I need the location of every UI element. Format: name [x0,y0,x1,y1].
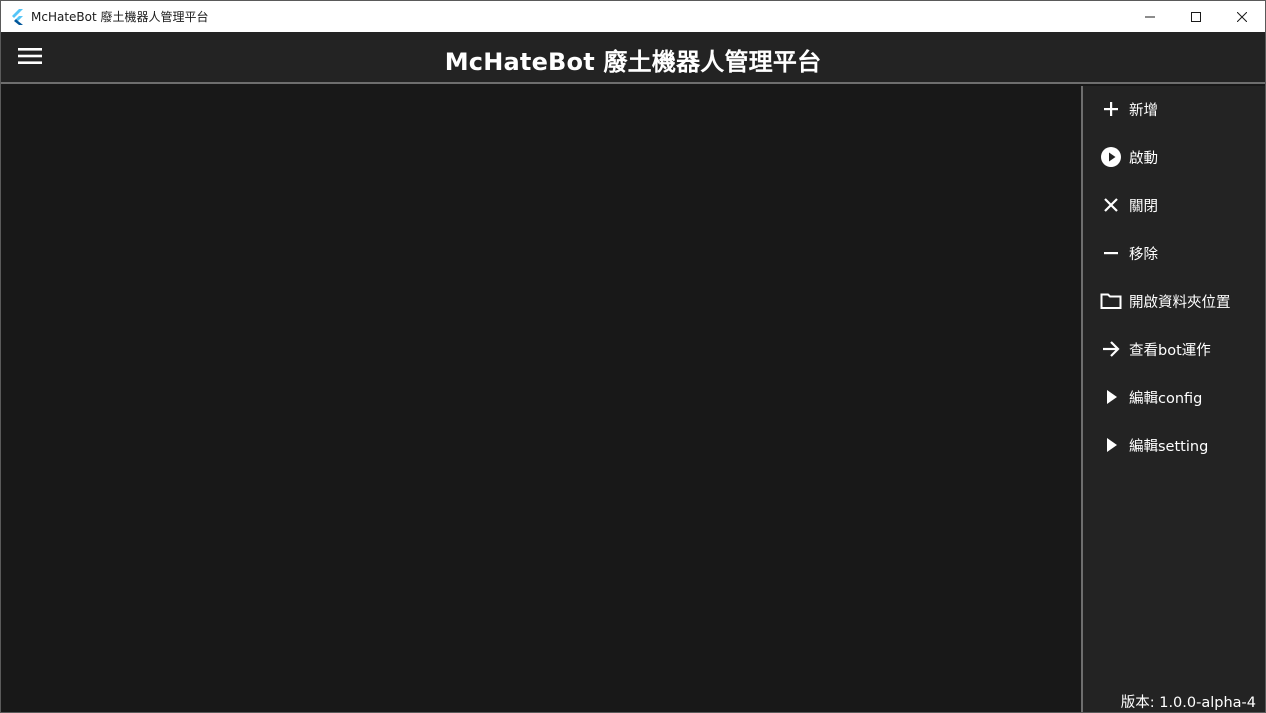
minimize-button[interactable] [1127,1,1173,32]
maximize-icon [1191,7,1201,26]
sidebar-item-label: 移除 [1129,246,1158,263]
folder-icon [1099,289,1123,313]
window-controls [1127,1,1265,32]
app-bar: McHateBot 廢土機器人管理平台 [1,32,1265,84]
minus-icon [1099,241,1123,265]
main-content-area [1,86,1081,712]
maximize-button[interactable] [1173,1,1219,32]
flutter-logo-icon [11,8,25,25]
sidebar-item-edit-config[interactable]: 編輯config [1083,377,1265,417]
play-circle-icon [1099,145,1123,169]
sidebar-item-remove[interactable]: 移除 [1083,233,1265,273]
app-window: McHateBot 廢土機器人管理平台 McHateBot 廢土機器人管理平台 … [0,0,1266,713]
close-button[interactable] [1219,1,1265,32]
sidebar-item-label: 新增 [1129,102,1158,119]
sidebar-item-edit-setting[interactable]: 編輯setting [1083,425,1265,465]
version-label: 版本: 1.0.0-alpha-4 [1120,695,1256,711]
sidebar-item-label: 開啟資料夾位置 [1129,294,1231,311]
sidebar-item-stop[interactable]: 關閉 [1083,185,1265,225]
close-icon [1236,7,1248,26]
sidebar-item-start[interactable]: 啟動 [1083,137,1265,177]
sidebar-item-label: 編輯setting [1129,438,1209,455]
arrow-right-icon [1099,337,1123,361]
minimize-icon [1145,7,1155,26]
sidebar-item-view-bot[interactable]: 查看bot運作 [1083,329,1265,369]
sidebar-item-label: 關閉 [1129,198,1158,215]
play-arrow-icon [1099,385,1123,409]
plus-icon [1099,97,1123,121]
sidebar-item-label: 編輯config [1129,390,1203,407]
play-arrow-icon [1099,433,1123,457]
app-title: McHateBot 廢土機器人管理平台 [444,48,822,76]
sidebar-item-open-folder[interactable]: 開啟資料夾位置 [1083,281,1265,321]
sidebar-item-label: 啟動 [1129,150,1158,167]
sidebar-item-add[interactable]: 新增 [1083,89,1265,129]
sidebar-item-label: 查看bot運作 [1129,342,1211,359]
close-x-icon [1099,193,1123,217]
action-sidebar: 新增 啟動 關閉 移除 開啟資料夾位置 查看bot運作 編輯config 編輯s… [1083,86,1265,712]
window-title: McHateBot 廢土機器人管理平台 [31,10,209,24]
window-titlebar[interactable]: McHateBot 廢土機器人管理平台 [1,1,1265,32]
